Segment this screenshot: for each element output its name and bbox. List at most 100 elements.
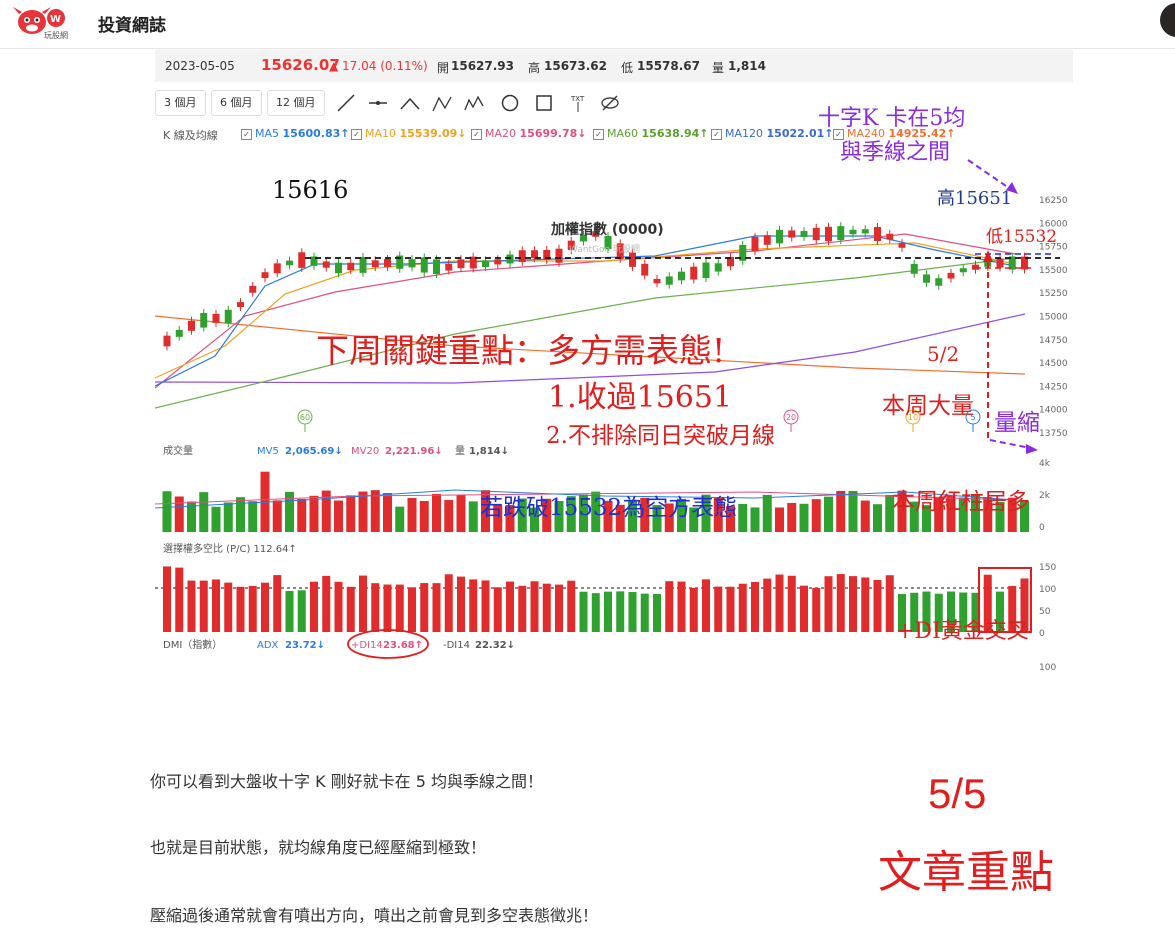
volume-bar — [738, 503, 748, 532]
pc-tick-label: 50 — [1039, 607, 1051, 617]
ma-legend-ma120[interactable]: ✓ MA120 15022.01↑ — [711, 127, 834, 140]
headline-note: 下周關鍵重點：多方需表態! — [316, 331, 726, 370]
candle-body — [800, 231, 808, 237]
vol-label: 量 — [712, 61, 725, 75]
checkbox-icon[interactable]: ✓ — [593, 128, 604, 140]
pc-bar — [310, 581, 318, 632]
volume-bar — [309, 495, 319, 532]
volume-bar — [799, 503, 809, 532]
open-label: 開 — [437, 61, 450, 75]
candle-body — [518, 250, 526, 263]
checkbox-icon[interactable]: ✓ — [471, 128, 482, 140]
volume-bar — [162, 491, 172, 532]
angle-tool-icon[interactable] — [399, 92, 421, 114]
hide-icon[interactable] — [599, 92, 621, 114]
candle-body — [776, 229, 783, 244]
high-label: 高 — [528, 61, 541, 75]
candle-body — [653, 278, 661, 284]
candle-body — [984, 261, 992, 267]
cross-k-note-2: 與季線之間 — [840, 140, 951, 165]
mv20-label: MV20 — [351, 446, 379, 457]
candle-body — [384, 258, 391, 267]
candle-body — [286, 260, 293, 266]
range-3m-button[interactable]: 3 個月 — [155, 90, 206, 116]
checkbox-icon[interactable]: ✓ — [711, 128, 722, 140]
volume-bar — [334, 500, 343, 532]
pc-bar — [212, 579, 220, 632]
pc-bar — [359, 575, 367, 632]
open-value: 15627.93 — [451, 59, 515, 73]
adx-value: 23.72↓ — [285, 640, 325, 651]
candle-body — [237, 302, 244, 308]
volume-bar — [272, 500, 282, 532]
pc-bar — [493, 587, 502, 632]
price-tick-label: 13750 — [1039, 429, 1068, 439]
volume-bar — [775, 507, 784, 532]
site-title[interactable]: 投資網誌 — [98, 11, 166, 36]
pc-bar — [383, 584, 392, 632]
ma-legend-ma5[interactable]: ✓ MA5 15600.83↑ — [241, 127, 350, 140]
high-15651-label: 高15651 — [937, 188, 1013, 209]
pc-bar — [689, 587, 698, 632]
range-6m-button[interactable]: 6 個月 — [211, 90, 262, 116]
price-tick-label: 14500 — [1039, 359, 1068, 369]
wantgoo-logo[interactable]: W 玩股網 — [10, 5, 72, 43]
ma-name: MA60 — [607, 127, 642, 140]
checkbox-icon[interactable]: ✓ — [351, 128, 362, 140]
pc-bar — [591, 593, 600, 632]
price-tick-label: 15250 — [1039, 289, 1068, 299]
pc-bar — [604, 591, 612, 632]
candle-body — [273, 263, 281, 274]
volume-bar — [297, 499, 307, 532]
pc-bar — [444, 574, 453, 632]
candle-body — [322, 261, 330, 268]
ma-legend-ma60[interactable]: ✓ MA60 15638.94↑ — [593, 127, 709, 140]
volume-bar — [223, 502, 233, 532]
quote-price: 15626.07 — [261, 56, 340, 74]
pc-bar — [236, 586, 245, 632]
mdi-label: -DI14 — [443, 640, 470, 651]
pc-bar — [273, 575, 282, 632]
candle-body — [825, 226, 832, 242]
volume-bar — [358, 491, 368, 532]
candle-body — [874, 227, 881, 241]
pc-bar — [665, 581, 674, 632]
rectangle-tool-icon[interactable] — [533, 92, 555, 114]
candle-body — [200, 313, 208, 328]
circle-tool-icon[interactable] — [499, 92, 521, 114]
period-marker-label: 20 — [786, 413, 796, 422]
candle-body — [494, 259, 502, 265]
pc-bar — [885, 575, 894, 632]
date-52-note: 5/2 — [927, 342, 960, 366]
wave-tool-icon[interactable] — [463, 92, 485, 114]
ma-legend-ma20[interactable]: ✓ MA20 15699.78↓ — [471, 127, 587, 140]
pc-bar — [775, 574, 784, 632]
vol-panel-value: 1,814↓ — [469, 446, 509, 457]
mv5-label: MV5 — [257, 446, 279, 457]
horizontal-line-icon[interactable] — [367, 92, 389, 114]
candle-body — [641, 263, 649, 276]
pc-bar — [702, 579, 710, 632]
ma-legend-ma10[interactable]: ✓ MA10 15539.09↓ — [351, 127, 467, 140]
pc-bar — [285, 590, 294, 632]
checkbox-icon[interactable]: ✓ — [241, 128, 252, 140]
pc-bar — [738, 583, 747, 632]
pc-bar — [628, 592, 637, 632]
candle-body — [910, 263, 918, 274]
price-tick-label: 15500 — [1039, 266, 1068, 276]
mv20-value: 2,221.96↓ — [385, 446, 443, 457]
volume-tick-label: 0 — [1039, 523, 1045, 533]
volume-bar — [346, 495, 356, 532]
pc-bar — [530, 581, 539, 632]
candle-body — [923, 274, 930, 283]
candle-body — [898, 243, 906, 248]
level-15616-label: 15616 — [272, 176, 349, 204]
pc-panel-label: 選擇權多空比 (P/C) 112.64↑ — [163, 542, 297, 555]
pc-tick-label: 150 — [1039, 563, 1056, 573]
line-tool-icon[interactable] — [335, 92, 357, 114]
range-12m-button[interactable]: 12 個月 — [267, 90, 325, 116]
pattern-abc-icon[interactable] — [431, 92, 453, 114]
user-avatar[interactable] — [1160, 3, 1175, 37]
text-tool-icon[interactable]: TXT — [567, 92, 589, 114]
candle-body — [433, 259, 440, 275]
